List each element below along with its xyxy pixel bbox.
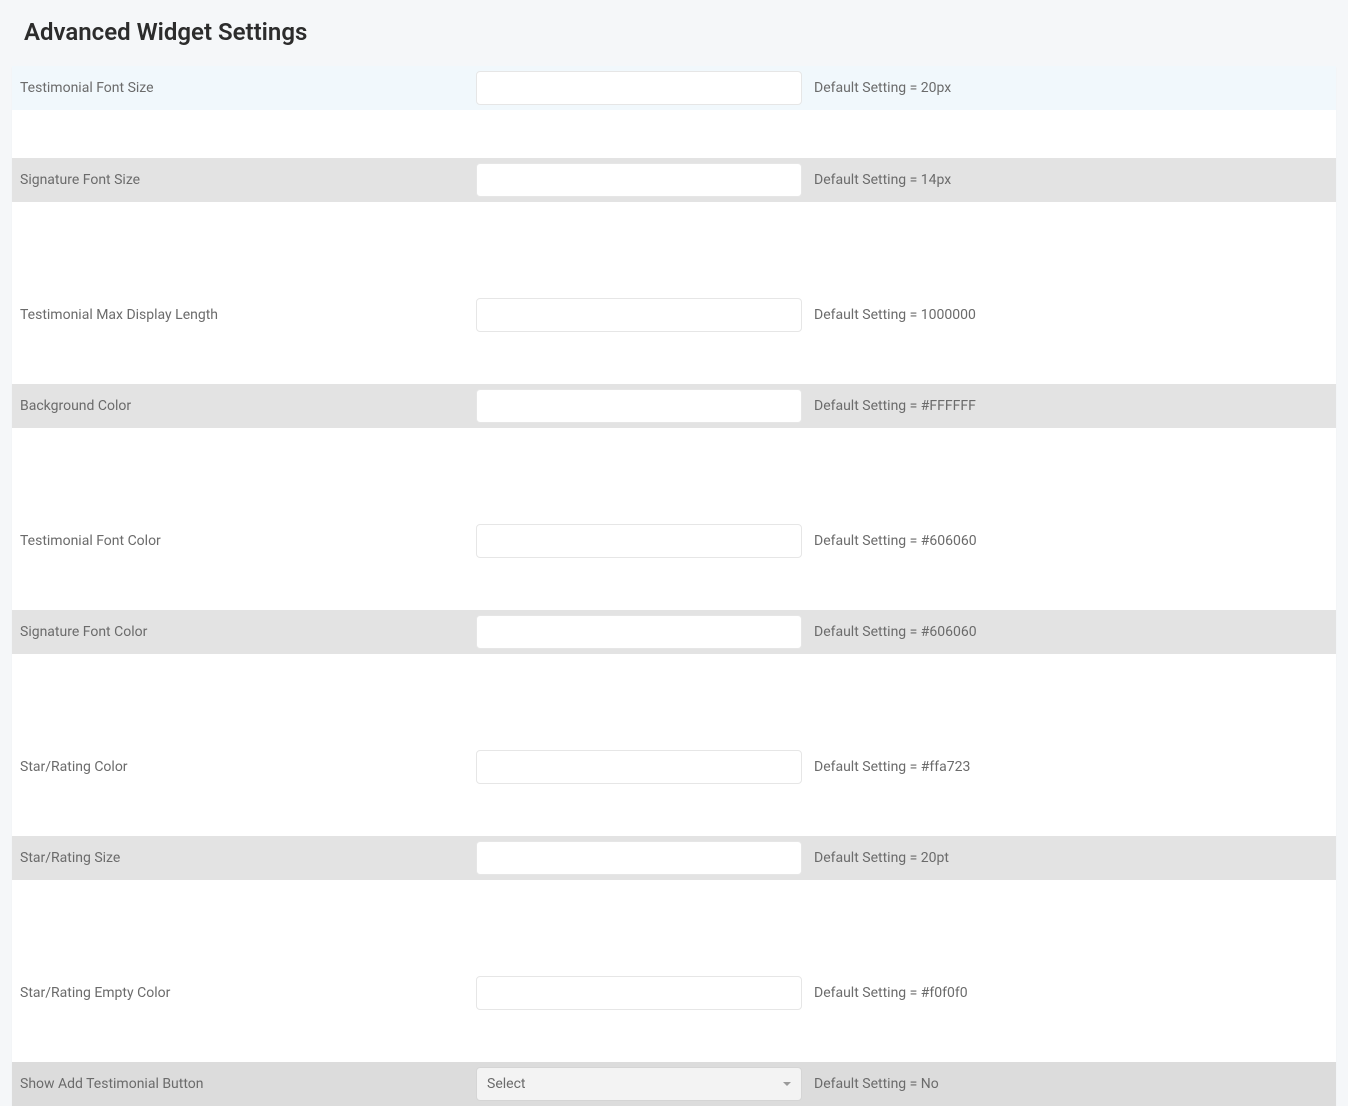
page-title: Advanced Widget Settings <box>24 18 1324 46</box>
select-placeholder: Select <box>487 1076 525 1092</box>
setting-row-testimonial-font-size: Testimonial Font Size Default Setting = … <box>12 66 1336 110</box>
setting-default: Default Setting = 14px <box>802 172 1328 188</box>
setting-input-cell <box>476 389 802 423</box>
setting-row-background-color: Background Color Default Setting = #FFFF… <box>12 384 1336 428</box>
setting-default: Default Setting = 1000000 <box>802 307 1328 323</box>
spacer <box>12 336 1336 384</box>
testimonial-max-length-input[interactable] <box>476 298 802 332</box>
settings-panel: Testimonial Font Size Default Setting = … <box>12 66 1336 1106</box>
setting-input-cell <box>476 976 802 1010</box>
setting-input-cell <box>476 615 802 649</box>
setting-label: Star/Rating Empty Color <box>20 985 476 1001</box>
setting-label: Background Color <box>20 398 476 414</box>
setting-input-cell <box>476 298 802 332</box>
chevron-down-icon <box>783 1082 791 1086</box>
setting-default: Default Setting = 20pt <box>802 850 1328 866</box>
setting-default: Default Setting = #f0f0f0 <box>802 985 1328 1001</box>
setting-default: Default Setting = #ffa723 <box>802 759 1328 775</box>
star-rating-color-input[interactable] <box>476 750 802 784</box>
setting-row-star-rating-color: Star/Rating Color Default Setting = #ffa… <box>12 746 1336 788</box>
setting-default: Default Setting = #606060 <box>802 533 1328 549</box>
spacer <box>12 788 1336 836</box>
setting-label: Star/Rating Size <box>20 850 476 866</box>
setting-row-signature-font-size: Signature Font Size Default Setting = 14… <box>12 158 1336 202</box>
spacer <box>12 562 1336 610</box>
setting-row-show-add-testimonial-button: Show Add Testimonial Button Select Defau… <box>12 1062 1336 1106</box>
setting-label: Signature Font Size <box>20 172 476 188</box>
setting-input-cell <box>476 163 802 197</box>
setting-row-star-rating-empty-color: Star/Rating Empty Color Default Setting … <box>12 972 1336 1014</box>
setting-row-signature-font-color: Signature Font Color Default Setting = #… <box>12 610 1336 654</box>
spacer <box>12 110 1336 158</box>
spacer <box>12 202 1336 294</box>
setting-label: Star/Rating Color <box>20 759 476 775</box>
spacer <box>12 428 1336 520</box>
setting-input-cell <box>476 71 802 105</box>
testimonial-font-color-input[interactable] <box>476 524 802 558</box>
setting-input-cell: Select <box>476 1067 802 1101</box>
setting-row-testimonial-max-length: Testimonial Max Display Length Default S… <box>12 294 1336 336</box>
setting-default: Default Setting = #FFFFFF <box>802 398 1328 414</box>
setting-default: Default Setting = No <box>802 1076 1328 1092</box>
spacer <box>12 880 1336 972</box>
setting-default: Default Setting = 20px <box>802 80 1328 96</box>
setting-label: Testimonial Max Display Length <box>20 307 476 323</box>
setting-label: Testimonial Font Size <box>20 80 476 96</box>
page-header: Advanced Widget Settings <box>0 0 1348 66</box>
star-rating-size-input[interactable] <box>476 841 802 875</box>
setting-row-star-rating-size: Star/Rating Size Default Setting = 20pt <box>12 836 1336 880</box>
signature-font-color-input[interactable] <box>476 615 802 649</box>
setting-label: Testimonial Font Color <box>20 533 476 549</box>
testimonial-font-size-input[interactable] <box>476 71 802 105</box>
spacer <box>12 654 1336 746</box>
star-rating-empty-color-input[interactable] <box>476 976 802 1010</box>
setting-label: Show Add Testimonial Button <box>20 1076 476 1092</box>
background-color-input[interactable] <box>476 389 802 423</box>
setting-input-cell <box>476 750 802 784</box>
setting-default: Default Setting = #606060 <box>802 624 1328 640</box>
setting-label: Signature Font Color <box>20 624 476 640</box>
setting-row-testimonial-font-color: Testimonial Font Color Default Setting =… <box>12 520 1336 562</box>
signature-font-size-input[interactable] <box>476 163 802 197</box>
setting-input-cell <box>476 841 802 875</box>
spacer <box>12 1014 1336 1062</box>
show-add-testimonial-select[interactable]: Select <box>476 1067 802 1101</box>
page: Advanced Widget Settings Testimonial Fon… <box>0 0 1348 1106</box>
setting-input-cell <box>476 524 802 558</box>
